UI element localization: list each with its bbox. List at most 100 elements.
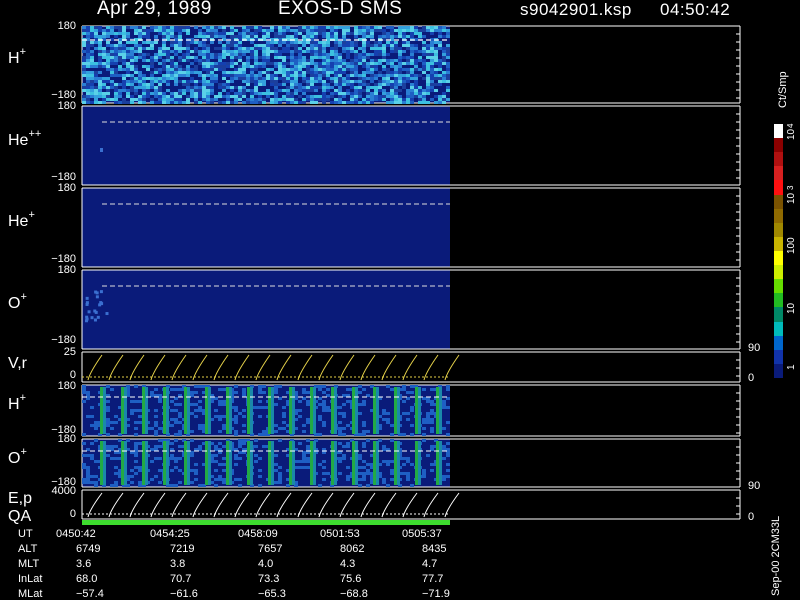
hplus-pixel <box>366 77 370 80</box>
hplus-pixel <box>82 50 86 53</box>
oplus2-stripe-edge <box>397 441 400 485</box>
hplus-pixel <box>410 29 414 32</box>
colorbar-swatch <box>774 321 783 337</box>
hplus-pixel <box>158 26 162 29</box>
hplus-pixel <box>222 35 226 38</box>
oplus2-stripe <box>268 441 271 485</box>
hplus-pixel <box>134 47 138 50</box>
hplus2-pixel <box>170 409 174 412</box>
hplus-pixel <box>394 35 398 38</box>
hplus2-pixel <box>382 412 386 415</box>
hplus-pixel <box>258 47 262 50</box>
hplus-pixel <box>138 95 142 98</box>
hplus-pixel <box>118 101 122 104</box>
hplus-pixel <box>126 80 130 83</box>
hplus-pixel <box>238 92 242 95</box>
hplus-pixel <box>390 26 394 29</box>
hplus-pixel <box>130 68 134 71</box>
hplus2-pixel <box>222 400 226 403</box>
hplus-pixel <box>366 32 370 35</box>
hplus-pixel <box>238 65 242 68</box>
hplus2-pixel <box>306 400 310 403</box>
hplus2-pixel <box>402 412 406 415</box>
hplus-pixel <box>250 65 254 68</box>
hplus-pixel <box>402 35 406 38</box>
oplus2-pixel <box>362 442 366 445</box>
hplus-pixel <box>282 65 286 68</box>
hplus-pixel <box>262 98 266 101</box>
hplus-pixel <box>330 26 334 29</box>
oplus2-stripe <box>142 441 145 485</box>
hplus-pixel <box>226 32 230 35</box>
hplus-pixel <box>90 86 94 89</box>
hplus2-pixel <box>178 403 182 406</box>
hplus-pixel <box>114 35 118 38</box>
hplus-pixel <box>178 32 182 35</box>
hplus2-pixel <box>322 406 326 409</box>
hplus-pixel <box>134 32 138 35</box>
hplus-pixel <box>222 47 226 50</box>
hplus-pixel <box>310 74 314 77</box>
oplus2-pixel <box>130 469 134 472</box>
hplus-pixel <box>382 53 386 56</box>
hplus-pixel <box>142 77 146 80</box>
hplus-pixel <box>278 32 282 35</box>
oplus2-pixel <box>174 466 178 469</box>
hplus-pixel <box>358 80 362 83</box>
hplus-pixel <box>334 26 338 29</box>
hplus-pixel <box>250 92 254 95</box>
hplus-pixel <box>230 95 234 98</box>
hplus-pixel <box>98 47 102 50</box>
hplus-pixel <box>134 80 138 83</box>
hplus-pixel <box>410 56 414 59</box>
hplus-pixel <box>378 86 382 89</box>
hplus-pixel <box>378 83 382 86</box>
oplus2-pixel <box>150 460 154 463</box>
hplus2-pixel <box>234 391 238 394</box>
hplus-pixel <box>238 68 242 71</box>
oplus-pixel <box>95 295 99 299</box>
hplus-pixel <box>202 53 206 56</box>
hplus-pixel <box>310 32 314 35</box>
hplus-pixel <box>170 56 174 59</box>
hplus-pixel <box>314 98 318 101</box>
hplus-pixel <box>250 95 254 98</box>
hplus-pixel <box>438 59 442 62</box>
hplus-pixel <box>154 101 158 104</box>
hplus-pixel <box>414 80 418 83</box>
hplus-pixel <box>410 83 414 86</box>
hplus-pixel <box>422 47 426 50</box>
hplus-pixel <box>202 32 206 35</box>
hplus-pixel <box>210 56 214 59</box>
hplus-pixel <box>430 62 434 65</box>
hplus-pixel <box>166 89 170 92</box>
hplus-pixel <box>434 47 438 50</box>
hplus-pixel <box>182 74 186 77</box>
oplus2-pixel <box>406 457 410 460</box>
hplus2-pixel <box>138 421 142 424</box>
oplus2-pixel <box>234 478 238 481</box>
hplus-pixel <box>442 98 446 101</box>
hplus-pixel <box>438 41 442 44</box>
hplus-pixel <box>114 83 118 86</box>
hplus-pixel <box>258 56 262 59</box>
hplus-pixel <box>102 95 106 98</box>
hplus-pixel <box>250 77 254 80</box>
hplus-pixel <box>326 32 330 35</box>
hplus-pixel <box>154 41 158 44</box>
hplus-pixel <box>302 77 306 80</box>
hplus-pixel <box>190 95 194 98</box>
hplus-pixel <box>166 65 170 68</box>
hplus-pixel <box>114 89 118 92</box>
hplus2-pixel <box>94 421 98 424</box>
hplus-pixel <box>230 80 234 83</box>
hplus-pixel <box>318 32 322 35</box>
oplus2-pixel <box>194 469 198 472</box>
hplus-pixel <box>422 62 426 65</box>
hplus-pixel <box>442 29 446 32</box>
hplus2-pixel <box>430 418 434 421</box>
hplus-pixel <box>82 68 86 71</box>
spectrogram-bg-oplus <box>82 270 450 349</box>
hplus-pixel <box>102 101 106 104</box>
panel-label-hplus: H+ <box>8 46 26 67</box>
